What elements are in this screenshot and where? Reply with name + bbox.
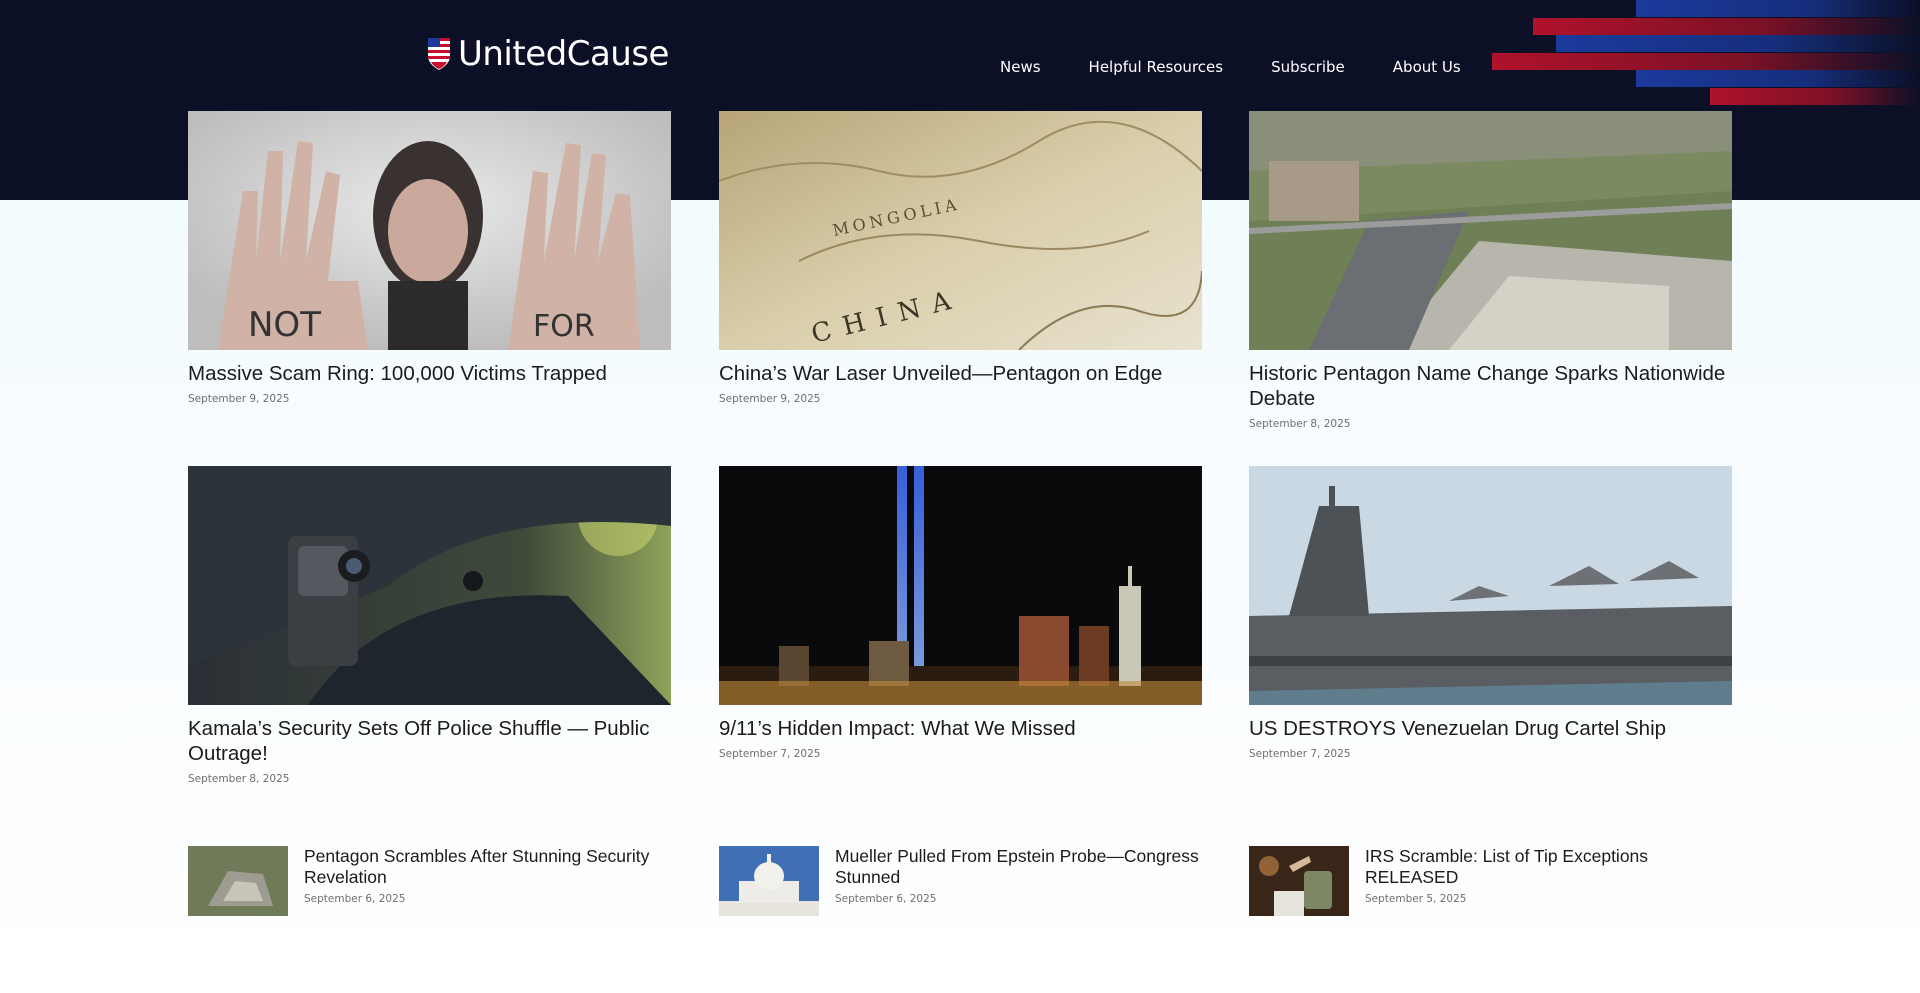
nav-item-helpful-resources[interactable]: Helpful Resources bbox=[1089, 56, 1224, 78]
nav-item-news[interactable]: News bbox=[1000, 56, 1041, 78]
main-nav: News Helpful Resources Subscribe About U… bbox=[1000, 56, 1461, 78]
article-title[interactable]: IRS Scramble: List of Tip Exceptions REL… bbox=[1365, 846, 1732, 888]
article-thumbnail[interactable] bbox=[719, 846, 819, 916]
small-article-card: IRS Scramble: List of Tip Exceptions REL… bbox=[1249, 846, 1732, 916]
article-date: September 9, 2025 bbox=[188, 393, 290, 405]
nav-item-about-us[interactable]: About Us bbox=[1393, 56, 1461, 78]
article-title[interactable]: Pentagon Scrambles After Stunning Securi… bbox=[304, 846, 671, 888]
shield-flag-icon bbox=[428, 38, 450, 70]
article-date: September 6, 2025 bbox=[835, 893, 937, 905]
article-title[interactable]: China’s War Laser Unveiled—Pentagon on E… bbox=[719, 361, 1202, 386]
article-thumbnail[interactable] bbox=[188, 846, 288, 916]
article-date: September 5, 2025 bbox=[1365, 893, 1467, 905]
article-image[interactable] bbox=[1249, 111, 1732, 350]
article-date: September 9, 2025 bbox=[719, 393, 821, 405]
nav-item-subscribe[interactable]: Subscribe bbox=[1271, 56, 1345, 78]
small-article-card: Pentagon Scrambles After Stunning Securi… bbox=[188, 846, 671, 916]
article-image[interactable]: MONGOLIA CHINA bbox=[719, 111, 1202, 350]
article-date: September 7, 2025 bbox=[719, 748, 821, 760]
article-title[interactable]: Historic Pentagon Name Change Sparks Nat… bbox=[1249, 361, 1732, 411]
svg-text:NOT: NOT bbox=[248, 305, 321, 345]
article-title[interactable]: Kamala’s Security Sets Off Police Shuffl… bbox=[188, 716, 671, 766]
article-card: 9/11’s Hidden Impact: What We Missed Sep… bbox=[719, 466, 1202, 760]
article-image[interactable] bbox=[719, 466, 1202, 705]
article-card: US DESTROYS Venezuelan Drug Cartel Ship … bbox=[1249, 466, 1732, 760]
article-title[interactable]: Mueller Pulled From Epstein Probe—Congre… bbox=[835, 846, 1202, 888]
article-image[interactable] bbox=[1249, 466, 1732, 705]
article-date: September 7, 2025 bbox=[1249, 748, 1351, 760]
site-name: UnitedCause bbox=[458, 34, 669, 74]
small-article-card: Mueller Pulled From Epstein Probe—Congre… bbox=[719, 846, 1202, 916]
article-card: MONGOLIA CHINA China’s War Laser Unveile… bbox=[719, 111, 1202, 405]
article-card: Kamala’s Security Sets Off Police Shuffl… bbox=[188, 466, 671, 785]
article-title[interactable]: Massive Scam Ring: 100,000 Victims Trapp… bbox=[188, 361, 671, 386]
article-date: September 8, 2025 bbox=[1249, 418, 1351, 430]
svg-text:FOR: FOR bbox=[533, 309, 595, 344]
article-date: September 6, 2025 bbox=[304, 893, 406, 905]
article-image[interactable] bbox=[188, 466, 671, 705]
article-title[interactable]: 9/11’s Hidden Impact: What We Missed bbox=[719, 716, 1202, 741]
article-image[interactable]: NOT FOR bbox=[188, 111, 671, 350]
article-date: September 8, 2025 bbox=[188, 773, 290, 785]
article-thumbnail[interactable] bbox=[1249, 846, 1349, 916]
article-title[interactable]: US DESTROYS Venezuelan Drug Cartel Ship bbox=[1249, 716, 1732, 741]
article-card: NOT FOR Massive Scam Ring: 100,000 Victi… bbox=[188, 111, 671, 405]
article-card: Historic Pentagon Name Change Sparks Nat… bbox=[1249, 111, 1732, 430]
site-logo[interactable]: UnitedCause bbox=[426, 30, 669, 78]
